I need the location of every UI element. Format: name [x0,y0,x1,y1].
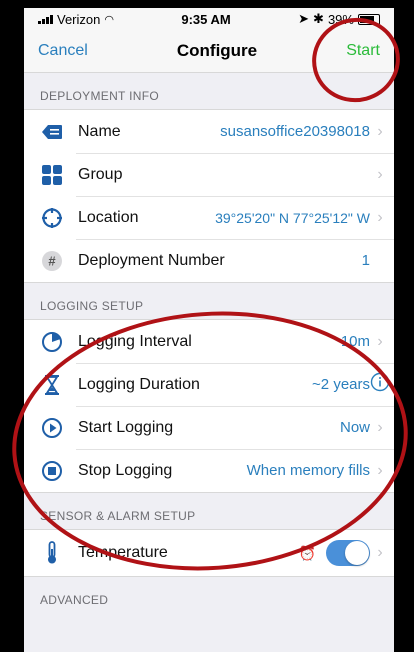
alarm-off-icon: ⏰ [298,544,316,561]
page-title: Configure [176,41,258,60]
deployment-section-header: DEPLOYMENT INFO [40,89,159,103]
location-arrow-icon: ➤ [298,11,310,26]
name-label: Name [78,122,121,140]
carrier-group: Verizon ◠ [38,12,114,27]
logging-interval-value: 10m [340,333,370,350]
logging-interval-label: Logging Interval [78,332,192,350]
logging-duration-value: ~2 years [312,376,370,393]
group-grid-icon [40,163,64,187]
battery-percent: 39% [327,11,354,27]
location-value: 39°25'20" N 77°25'12" W [215,209,370,226]
logging-duration-label: Logging Duration [78,375,200,393]
status-time: 9:35 AM [181,11,231,27]
stop-logging-label: Stop Logging [78,461,173,479]
status-right: ➤ ✱ 39% [298,11,380,27]
logging-interval-row[interactable]: Logging Interval 10m › [24,320,394,363]
nav-bar: Cancel Configure Start [24,30,394,73]
hourglass-icon [40,373,64,397]
play-icon [40,416,64,440]
signal-icon [38,14,53,24]
logging-duration-row[interactable]: Logging Duration ~2 years [24,363,394,406]
deployment-group: Name susansoffice20398018 › Group › Loca… [24,109,394,283]
carrier-name: Verizon [57,11,101,27]
chevron-right-icon: › [377,418,383,436]
name-value: susansoffice20398018 [220,123,370,140]
timer-icon [40,330,64,354]
name-row[interactable]: Name susansoffice20398018 › [24,110,394,153]
deployment-number-row[interactable]: # Deployment Number 1 [24,239,394,282]
status-bar: Verizon ◠ 9:35 AM ➤ ✱ 39% [24,8,394,30]
wifi-icon: ◠ [104,13,114,26]
temperature-toggle[interactable] [326,540,370,566]
group-row[interactable]: Group › [24,153,394,196]
sensor-section-header: SENSOR & ALARM SETUP [40,509,196,523]
start-logging-label: Start Logging [78,418,174,436]
location-row[interactable]: Location 39°25'20" N 77°25'12" W › [24,196,394,239]
logging-group: Logging Interval 10m › Logging Duration … [24,319,394,493]
advanced-section-header: ADVANCED [40,593,109,607]
deployment-number-value: 1 [361,252,370,269]
crosshair-icon [40,206,64,230]
start-button[interactable]: Start [346,42,380,60]
chevron-right-icon: › [377,332,383,350]
deployment-number-label: Deployment Number [78,251,225,269]
bluetooth-icon: ✱ [313,11,324,26]
phone-screen: Verizon ◠ 9:35 AM ➤ ✱ 39% Cancel Configu… [24,8,394,652]
start-logging-row[interactable]: Start Logging Now › [24,406,394,449]
stop-icon [40,459,64,483]
temperature-label: Temperature [78,544,168,561]
logging-section-header: LOGGING SETUP [40,299,144,313]
chevron-right-icon: › [377,544,383,561]
chevron-right-icon: › [377,122,383,140]
stop-logging-value: When memory fills [246,462,370,479]
group-label: Group [78,165,123,183]
thermometer-icon [40,541,64,565]
temperature-row[interactable]: Temperature ⏰ › [24,530,394,576]
location-label: Location [78,208,139,226]
stop-logging-row[interactable]: Stop Logging When memory fills › [24,449,394,492]
tag-icon [40,120,64,144]
chevron-right-icon: › [377,208,383,226]
cancel-button[interactable]: Cancel [38,42,88,60]
chevron-right-icon: › [377,461,383,479]
sensor-group: Temperature ⏰ › [24,529,394,577]
info-icon[interactable] [370,372,390,397]
svg-text:#: # [48,253,56,268]
start-logging-value: Now [339,419,370,436]
battery-icon [357,13,380,25]
chevron-right-icon: › [377,165,383,183]
hash-icon: # [40,249,64,273]
